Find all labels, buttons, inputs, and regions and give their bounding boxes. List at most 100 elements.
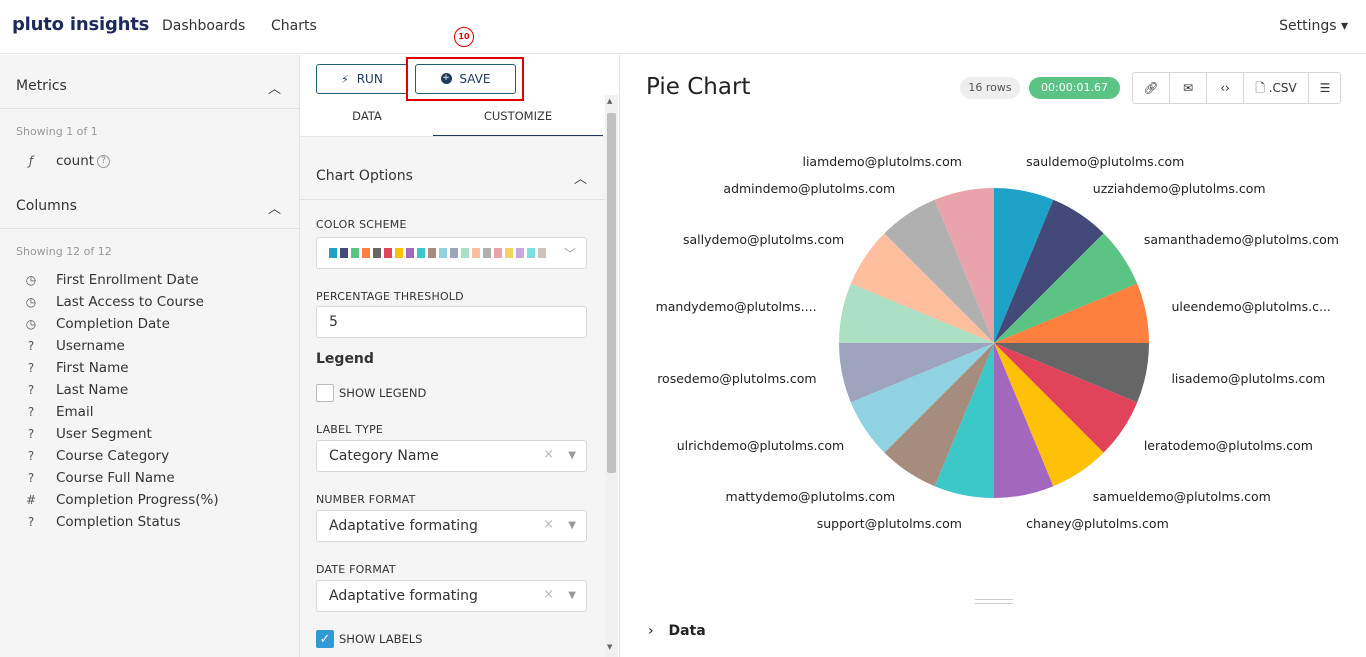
show-labels-checkbox[interactable]: ✓ — [316, 630, 334, 648]
date-format-label: DATE FORMAT — [316, 563, 396, 576]
pie-slice-label: uzziahdemo@plutolms.com — [1092, 181, 1266, 197]
metric-item[interactable]: ƒ count ? — [0, 151, 299, 173]
color-swatch — [494, 248, 502, 258]
pie-slice-label: samueldemo@plutolms.com — [1092, 488, 1271, 504]
nav-charts[interactable]: Charts — [271, 18, 317, 34]
csv-label: .CSV — [1268, 81, 1297, 95]
column-label: Course Full Name — [56, 470, 175, 486]
label-type-select[interactable]: Category Name × ▼ — [316, 440, 587, 472]
caret-down-icon[interactable]: ▼ — [568, 590, 576, 601]
data-section-label: Data — [668, 623, 706, 639]
chevron-down-icon: ﹀ — [563, 247, 576, 261]
pie-slice-label: sauldemo@plutolms.com — [1026, 153, 1185, 169]
column-item[interactable]: ? Course Full Name — [0, 468, 299, 490]
fields-sidebar: Metrics ︿ Showing 1 of 1 ƒ count ? Colum… — [0, 55, 300, 657]
date-format-value: Adaptative formating — [329, 588, 478, 604]
column-item[interactable]: # Completion Progress(%) — [0, 490, 299, 512]
tab-customize[interactable]: CUSTOMIZE — [433, 107, 603, 137]
color-swatch — [395, 248, 403, 258]
pie-slice-label: samanthademo@plutolms.com — [1143, 232, 1339, 248]
percentage-threshold-input[interactable]: 5 — [316, 306, 587, 338]
text-icon: ? — [27, 427, 35, 441]
color-swatch — [340, 248, 348, 258]
chevron-up-icon[interactable]: ︿ — [574, 168, 587, 187]
text-icon: ? — [27, 405, 35, 419]
link-icon[interactable]: 🔗︎ — [1133, 73, 1170, 103]
columns-section-header[interactable]: Columns ︿ — [0, 185, 299, 229]
divider — [300, 199, 605, 200]
label-type-value: Category Name — [329, 448, 439, 464]
column-label: First Name — [56, 360, 129, 376]
number-format-select[interactable]: Adaptative formating × ▼ — [316, 510, 587, 542]
color-swatch — [527, 248, 535, 258]
resize-handle[interactable] — [975, 599, 1013, 604]
column-item[interactable]: ? User Segment — [0, 424, 299, 446]
scroll-down-arrow-icon[interactable]: ▼ — [607, 643, 612, 651]
date-format-select[interactable]: Adaptative formating × ▼ — [316, 580, 587, 612]
column-item[interactable]: ◷ Completion Date — [0, 314, 299, 336]
color-swatch — [461, 248, 469, 258]
color-swatch — [472, 248, 480, 258]
column-item[interactable]: ◷ Last Access to Course — [0, 292, 299, 314]
nav-dashboards[interactable]: Dashboards — [162, 18, 245, 34]
column-item[interactable]: ? Email — [0, 402, 299, 424]
number-icon: # — [25, 493, 37, 507]
settings-menu[interactable]: Settings ▾ — [1279, 18, 1348, 34]
run-label: RUN — [356, 72, 383, 86]
show-legend-checkbox[interactable] — [316, 384, 334, 402]
color-swatch — [516, 248, 524, 258]
pie-slice-label: lisademo@plutolms.com — [1171, 371, 1326, 387]
metrics-count: Showing 1 of 1 — [16, 125, 98, 138]
column-item[interactable]: ◷ First Enrollment Date — [0, 270, 299, 292]
csv-export-button[interactable]: 🗋 .CSV — [1244, 73, 1309, 103]
hamburger-menu-icon[interactable]: ☰ — [1309, 73, 1341, 103]
color-swatch — [406, 248, 414, 258]
text-icon: ? — [27, 471, 35, 485]
column-label: First Enrollment Date — [56, 272, 199, 288]
pie-slice-label: leratodemo@plutolms.com — [1143, 437, 1313, 453]
percentage-threshold-value: 5 — [329, 314, 338, 330]
embed-code-icon[interactable]: ‹› — [1207, 73, 1244, 103]
columns-title: Columns — [16, 198, 77, 214]
clear-icon[interactable]: × — [543, 517, 554, 532]
column-item[interactable]: ? Completion Status — [0, 512, 299, 534]
chevron-up-icon[interactable]: ︿ — [268, 78, 281, 97]
rows-badge: 16 rows — [960, 77, 1020, 99]
scrollbar-thumb[interactable] — [607, 113, 616, 473]
clock-icon: ◷ — [25, 273, 37, 287]
legend-heading: Legend — [316, 351, 374, 367]
column-item[interactable]: ? Last Name — [0, 380, 299, 402]
column-item[interactable]: ? Username — [0, 336, 299, 358]
clear-icon[interactable]: × — [543, 447, 554, 462]
text-icon: ? — [27, 361, 35, 375]
text-icon: ? — [27, 515, 35, 529]
column-item[interactable]: ? Course Category — [0, 446, 299, 468]
show-labels-label: SHOW LABELS — [339, 632, 423, 646]
pie-slice-label: mandydemo@plutolms.... — [655, 298, 817, 314]
help-icon[interactable]: ? — [97, 155, 110, 168]
column-item[interactable]: ? First Name — [0, 358, 299, 380]
run-button[interactable]: ⚡ RUN — [316, 64, 408, 94]
function-icon: ƒ — [28, 154, 34, 168]
column-label: User Segment — [56, 426, 152, 442]
text-icon: ? — [27, 339, 35, 353]
scroll-up-arrow-icon[interactable]: ▲ — [607, 97, 612, 105]
pie-slice-label: admindemo@plutolms.com — [723, 181, 896, 197]
data-section-toggle[interactable]: › Data — [648, 623, 706, 639]
column-label: Course Category — [56, 448, 170, 464]
caret-down-icon[interactable]: ▼ — [568, 450, 576, 461]
column-label: Email — [56, 404, 94, 420]
app-logo[interactable]: pluto insights — [12, 14, 149, 35]
clear-icon[interactable]: × — [543, 587, 554, 602]
chevron-up-icon[interactable]: ︿ — [268, 198, 281, 217]
metric-label: count — [56, 153, 95, 169]
column-label: Completion Progress(%) — [56, 492, 219, 508]
tab-data[interactable]: DATA — [316, 107, 418, 137]
mail-icon[interactable]: ✉ — [1170, 73, 1207, 103]
time-badge: 00:00:01.67 — [1029, 77, 1120, 99]
metrics-section-header[interactable]: Metrics ︿ — [0, 65, 299, 109]
caret-down-icon[interactable]: ▼ — [568, 520, 576, 531]
file-icon: 🗋 — [1255, 81, 1265, 95]
show-legend-label: SHOW LEGEND — [339, 386, 427, 400]
color-scheme-select[interactable]: ﹀ — [316, 237, 587, 269]
